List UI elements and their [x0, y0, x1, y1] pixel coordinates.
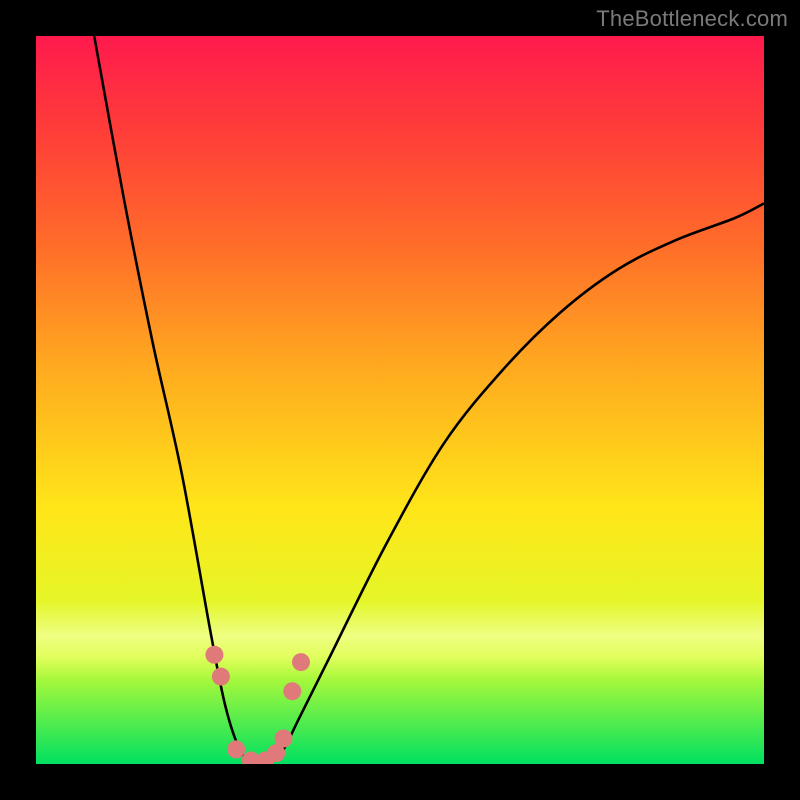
trough-marker: [292, 653, 310, 671]
plot-area: [36, 36, 764, 764]
chart-frame: TheBottleneck.com: [0, 0, 800, 800]
trough-marker: [227, 740, 245, 758]
trough-marker: [212, 668, 230, 686]
curve-path: [94, 36, 764, 764]
trough-marker: [283, 682, 301, 700]
trough-marker: [275, 730, 293, 748]
trough-marker: [205, 646, 223, 664]
trough-markers: [205, 646, 310, 764]
watermark-text: TheBottleneck.com: [596, 6, 788, 32]
bottleneck-curve: [36, 36, 764, 764]
